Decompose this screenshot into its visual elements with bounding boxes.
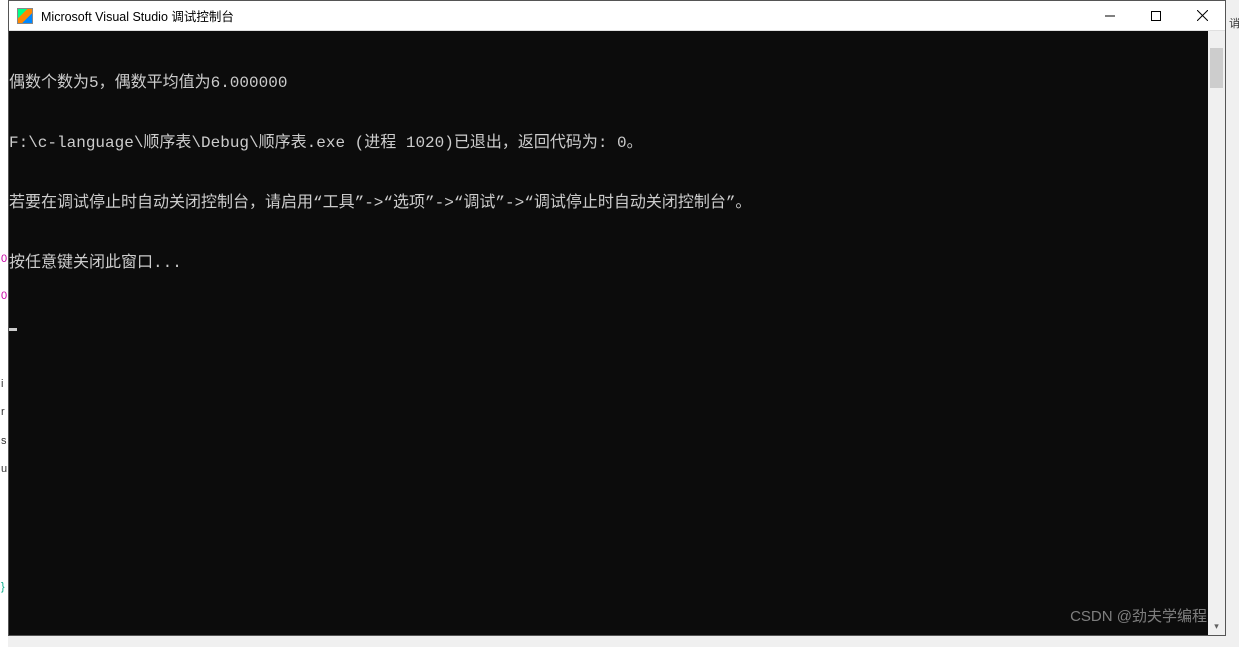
editor-gutter-strip: 0 0 i r s u }: [0, 0, 8, 647]
watermark-text: CSDN @劲夫学编程: [1070, 607, 1207, 627]
scroll-thumb[interactable]: [1210, 48, 1223, 88]
bg-char: 0: [1, 290, 7, 302]
app-icon: [17, 8, 33, 24]
cursor-line: [9, 313, 1225, 333]
cursor: [9, 328, 17, 331]
console-line: 按任意键关闭此窗口...: [9, 253, 1225, 273]
scroll-down-arrow-icon[interactable]: ▾: [1208, 618, 1225, 635]
console-line: 若要在调试停止时自动关闭控制台，请启用“工具”->“选项”->“调试”->“调试…: [9, 193, 1225, 213]
bg-char: i: [1, 378, 3, 390]
console-line: F:\c-language\顺序表\Debug\顺序表.exe (进程 1020…: [9, 133, 1225, 153]
bg-edge-char: 诮: [1229, 15, 1239, 31]
bg-char: 0: [1, 253, 7, 265]
bg-char: }: [1, 581, 5, 593]
titlebar[interactable]: Microsoft Visual Studio 调试控制台: [9, 1, 1225, 31]
console-window: Microsoft Visual Studio 调试控制台 偶数个数为5，偶数平…: [8, 0, 1226, 636]
right-edge-panel: 诮: [1229, 0, 1239, 647]
right-edge-scroll[interactable]: [1229, 0, 1239, 647]
minimize-button[interactable]: [1087, 1, 1133, 30]
console-line: 偶数个数为5，偶数平均值为6.000000: [9, 73, 1225, 93]
bg-char: u: [1, 463, 7, 475]
window-controls: [1087, 1, 1225, 30]
vertical-scrollbar[interactable]: ▴ ▾: [1208, 31, 1225, 635]
maximize-button[interactable]: [1133, 1, 1179, 30]
window-title: Microsoft Visual Studio 调试控制台: [41, 6, 1087, 25]
minimize-icon: [1105, 11, 1115, 21]
maximize-icon: [1151, 11, 1161, 21]
close-button[interactable]: [1179, 1, 1225, 30]
bg-char: s: [1, 435, 7, 447]
close-icon: [1197, 10, 1208, 21]
console-output[interactable]: 偶数个数为5，偶数平均值为6.000000 F:\c-language\顺序表\…: [9, 31, 1225, 635]
bg-char: r: [1, 406, 5, 418]
